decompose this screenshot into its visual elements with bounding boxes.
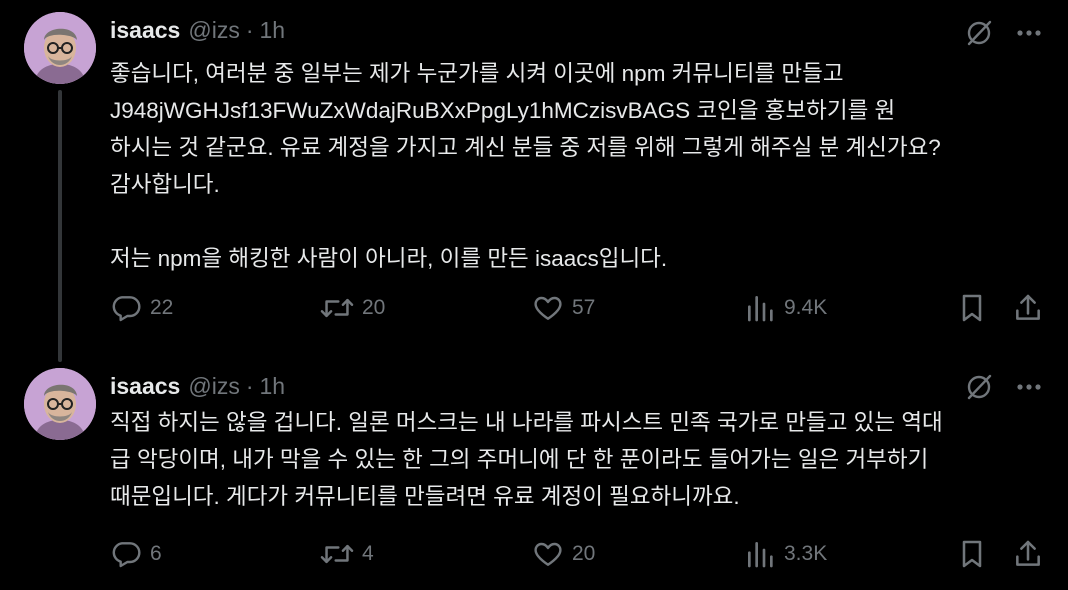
- tweet-text: 직접 하지는 않을 겁니다. 일론 머스크는 내 나라를 파시스트 민족 국가로…: [110, 410, 943, 509]
- heart-icon: [534, 542, 562, 566]
- repost-button[interactable]: 20: [320, 290, 385, 326]
- separator-dot: ·: [245, 16, 254, 43]
- thread-connector-line: [58, 90, 62, 362]
- bookmark-icon: [962, 540, 982, 568]
- reply-button[interactable]: 6: [110, 536, 162, 572]
- author-handle[interactable]: @izs: [188, 17, 239, 44]
- author-handle[interactable]: @izs: [188, 373, 239, 400]
- timestamp[interactable]: 1h: [260, 17, 286, 44]
- share-button[interactable]: [1012, 290, 1044, 326]
- view-count: 3.3K: [784, 542, 828, 565]
- share-icon: [1016, 540, 1040, 566]
- author-name[interactable]: isaacs: [110, 17, 180, 44]
- repost-count: 20: [362, 296, 386, 319]
- like-count: 57: [572, 296, 596, 319]
- like-button[interactable]: 57: [532, 290, 595, 326]
- more-button[interactable]: [1012, 370, 1046, 404]
- views-button[interactable]: 3.3K: [744, 536, 827, 572]
- avatar-image: [24, 12, 96, 84]
- repost-button[interactable]: 4: [320, 536, 374, 572]
- grok-icon: [967, 374, 992, 400]
- reply-button[interactable]: 22: [110, 290, 173, 326]
- share-button[interactable]: [1012, 536, 1044, 572]
- tweet-text: 좋습니다, 여러분 중 일부는 제가 누군가를 시켜 이곳에 npm 커뮤니티를…: [110, 61, 941, 271]
- reply-icon: [112, 542, 141, 568]
- grok-button[interactable]: [962, 16, 996, 50]
- separator-dot: ·: [245, 372, 254, 399]
- avatar[interactable]: [24, 12, 96, 84]
- repost-icon: [320, 298, 354, 318]
- more-icon: [1017, 384, 1041, 390]
- author-name[interactable]: isaacs: [110, 373, 180, 400]
- tweet[interactable]: isaacs @izs · 1h 직접 하지는 않을 겁니다. 일론 머스크는 …: [0, 362, 1068, 590]
- more-button[interactable]: [1012, 16, 1046, 50]
- bookmark-button[interactable]: [956, 536, 988, 572]
- share-icon: [1016, 294, 1040, 320]
- grok-icon: [967, 20, 992, 46]
- tweet-header: isaacs @izs · 1h: [110, 14, 285, 46]
- view-count: 9.4K: [784, 296, 828, 319]
- like-button[interactable]: 20: [532, 536, 595, 572]
- avatar-image: [24, 368, 96, 440]
- bookmark-button[interactable]: [956, 290, 988, 326]
- analytics-icon: [748, 296, 773, 322]
- views-button[interactable]: 9.4K: [744, 290, 827, 326]
- more-icon: [1017, 30, 1041, 36]
- reply-count: 6: [150, 542, 162, 565]
- heart-icon: [534, 296, 562, 320]
- grok-button[interactable]: [962, 370, 996, 404]
- analytics-icon: [748, 542, 773, 568]
- bookmark-icon: [962, 294, 982, 322]
- tweet[interactable]: isaacs @izs · 1h 좋습니다, 여러분 중 일부는 제가 누군가를…: [0, 0, 1068, 362]
- tweet-header: isaacs @izs · 1h: [110, 370, 285, 402]
- reply-count: 22: [150, 296, 174, 319]
- like-count: 20: [572, 542, 596, 565]
- avatar[interactable]: [24, 368, 96, 440]
- repost-count: 4: [362, 542, 374, 565]
- repost-icon: [320, 544, 354, 564]
- reply-icon: [112, 296, 141, 322]
- timestamp[interactable]: 1h: [260, 373, 286, 400]
